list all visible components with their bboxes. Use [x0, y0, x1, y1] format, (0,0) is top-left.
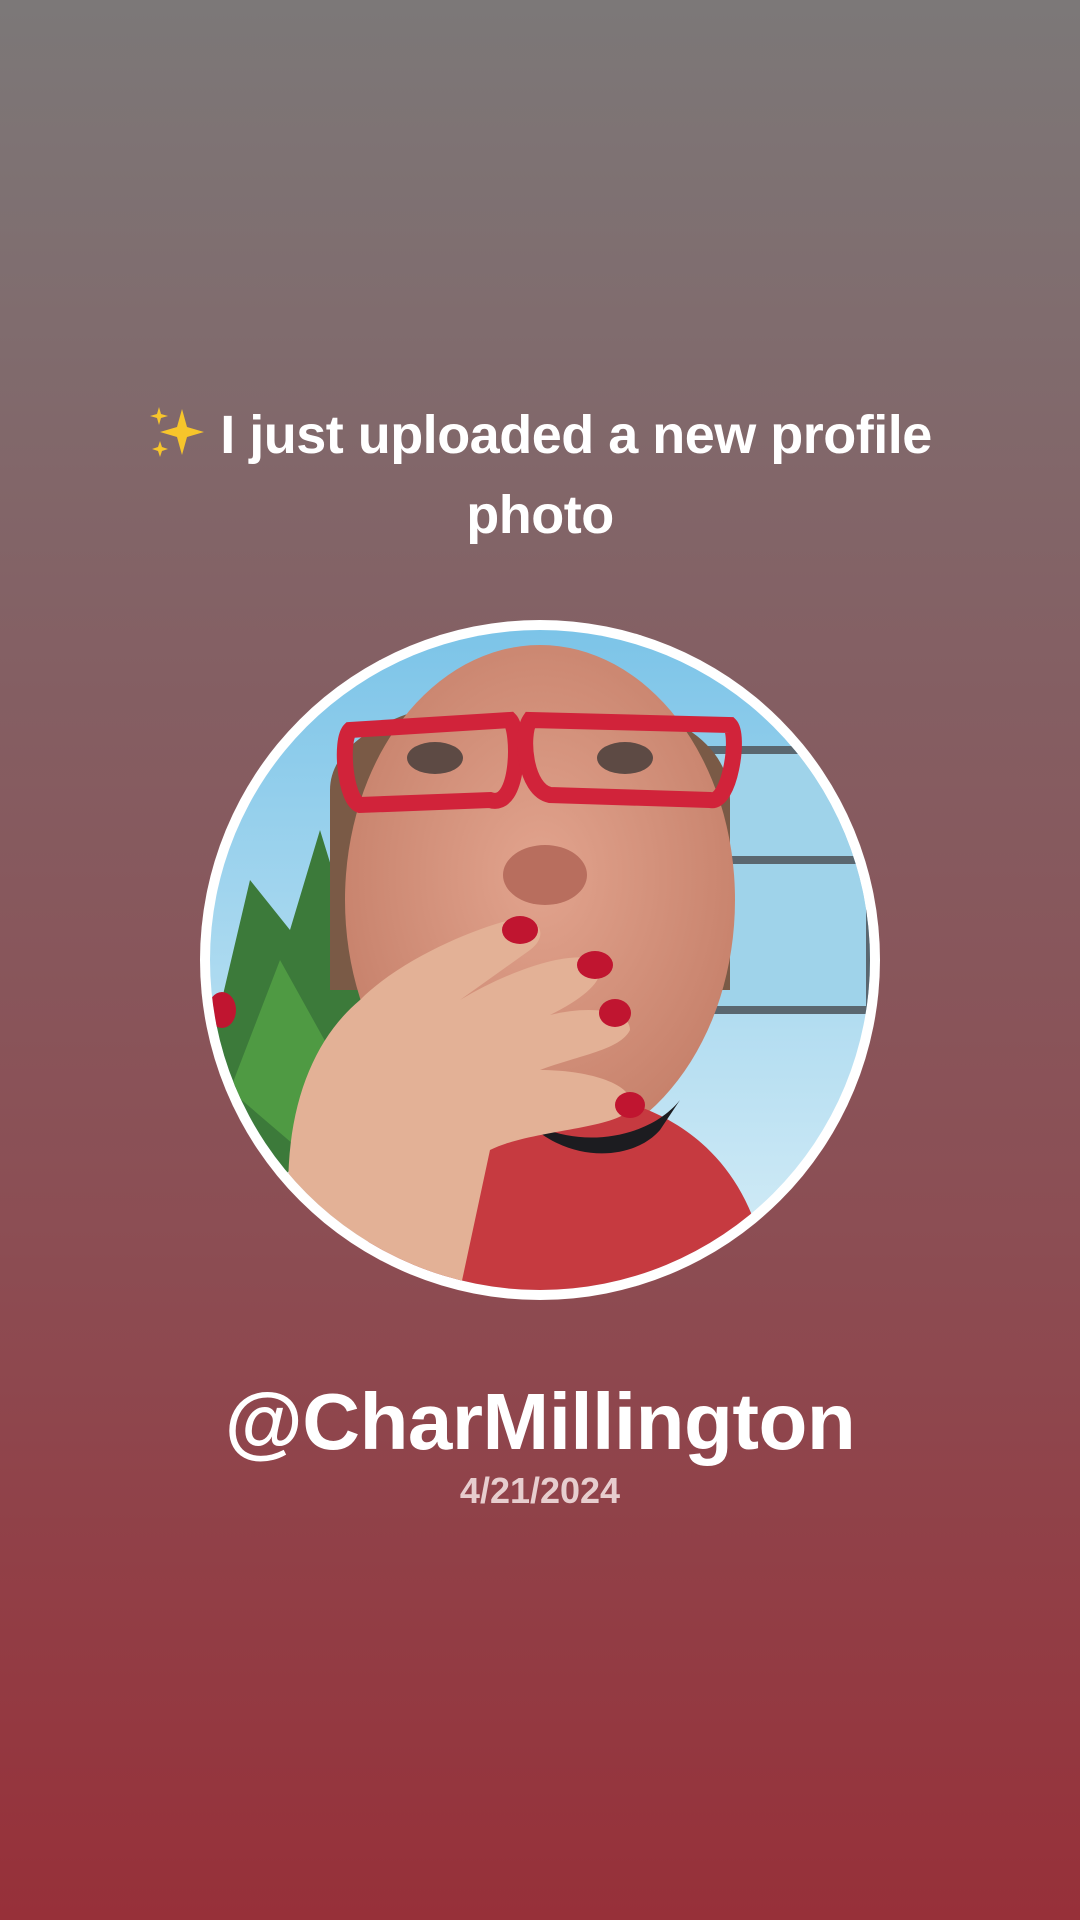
- sparkles-icon: [148, 404, 206, 478]
- headline-text: I just uploaded a new profile photo: [220, 405, 932, 545]
- avatar-ring: [200, 620, 880, 1300]
- username[interactable]: @CharMillington: [0, 1372, 1080, 1472]
- announcement-headline: I just uploaded a new profile photo: [140, 398, 940, 552]
- post-date: 4/21/2024: [459, 1470, 621, 1511]
- profile-photo[interactable]: [210, 630, 870, 1290]
